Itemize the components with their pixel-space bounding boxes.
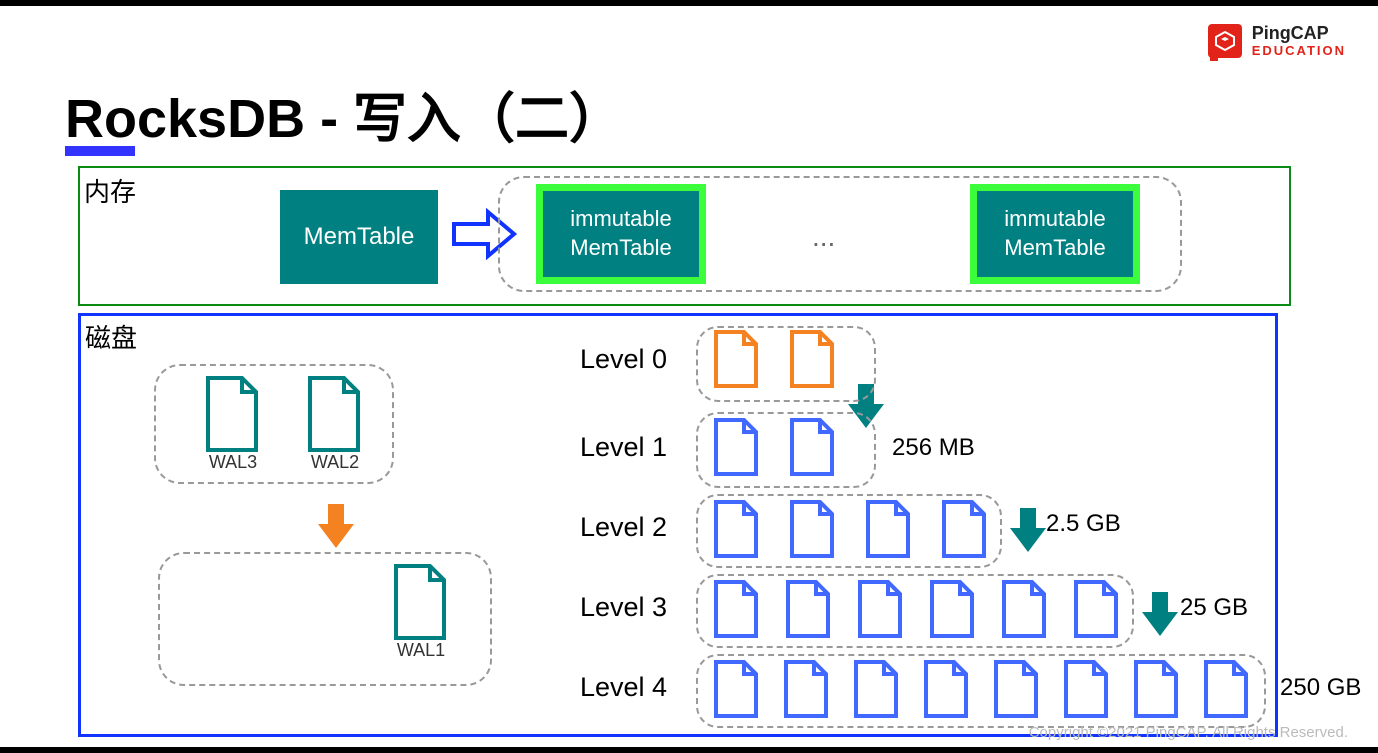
size-l3: 25 GB (1180, 594, 1248, 622)
imm-line1: immutable (570, 205, 671, 234)
copyright-text: Copyright ©2021 PingCAP. All Rights Rese… (1029, 724, 1348, 741)
level4-label: Level 4 (580, 672, 667, 703)
wal1-label: WAL1 (397, 640, 445, 661)
sst-file-blue-icon (710, 578, 762, 640)
ellipsis: ... (812, 221, 835, 253)
sst-file-blue-icon (1200, 658, 1252, 720)
sst-file-blue-icon (854, 578, 906, 640)
level0-label: Level 0 (580, 344, 667, 375)
disk-label: 磁盘 (85, 318, 137, 355)
wal3-file-icon: WAL3 (198, 374, 268, 473)
brand-logo: PingCAP EDUCATION (1208, 24, 1346, 58)
page-title: RocksDB - 写入（二） (65, 74, 623, 153)
sst-file-orange-icon (710, 328, 762, 390)
sst-file-blue-icon (710, 658, 762, 720)
imm-line2: MemTable (1004, 234, 1105, 263)
sst-file-blue-icon (938, 498, 990, 560)
arrow-down-teal-icon (1140, 590, 1180, 643)
sst-file-blue-icon (926, 578, 978, 640)
wal2-file-icon: WAL2 (300, 374, 370, 473)
brand-sub: EDUCATION (1252, 44, 1346, 58)
sst-file-orange-icon (786, 328, 838, 390)
sst-file-blue-icon (862, 498, 914, 560)
imm-line2: MemTable (570, 234, 671, 263)
sst-file-blue-icon (1130, 658, 1182, 720)
size-l2: 2.5 GB (1046, 510, 1121, 538)
level1-label: Level 1 (580, 432, 667, 463)
wal3-label: WAL3 (209, 452, 257, 473)
level3-label: Level 3 (580, 592, 667, 623)
sst-file-blue-icon (786, 416, 838, 478)
sst-file-blue-icon (780, 658, 832, 720)
size-l1: 256 MB (892, 434, 975, 462)
logo-badge-icon (1208, 24, 1242, 58)
immutable-memtable-box: immutable MemTable (536, 184, 706, 284)
sst-file-blue-icon (782, 578, 834, 640)
sst-file-blue-icon (1070, 578, 1122, 640)
level2-label: Level 2 (580, 512, 667, 543)
sst-file-blue-icon (786, 498, 838, 560)
memtable-box: MemTable (280, 190, 438, 284)
sst-file-blue-icon (998, 578, 1050, 640)
arrow-down-orange-icon (316, 502, 356, 555)
immutable-memtable-box: immutable MemTable (970, 184, 1140, 284)
wal1-file-icon: WAL1 (386, 562, 456, 661)
brand-name: PingCAP (1252, 24, 1346, 44)
sst-file-blue-icon (990, 658, 1042, 720)
sst-file-blue-icon (920, 658, 972, 720)
imm-line1: immutable (1004, 205, 1105, 234)
arrow-down-teal-icon (1008, 506, 1048, 559)
sst-file-blue-icon (850, 658, 902, 720)
sst-file-blue-icon (710, 498, 762, 560)
sst-file-blue-icon (710, 416, 762, 478)
size-l4: 250 GB (1280, 674, 1361, 702)
memory-label: 内存 (84, 172, 136, 209)
title-underline (65, 146, 135, 156)
wal2-label: WAL2 (311, 452, 359, 473)
sst-file-blue-icon (1060, 658, 1112, 720)
